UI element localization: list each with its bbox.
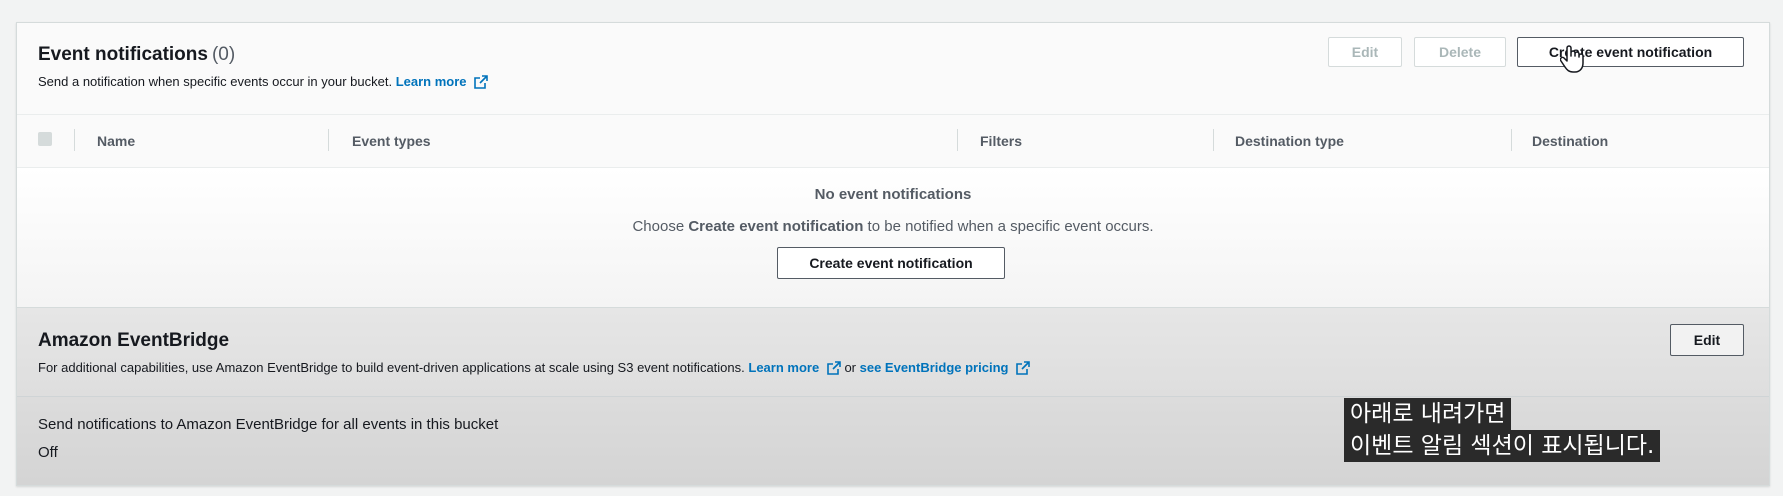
setting-label: Send notifications to Amazon EventBridge… [38,416,499,433]
external-link-icon [474,75,488,89]
edit-button[interactable]: Edit [1328,37,1402,67]
external-link-icon [827,361,841,375]
hand-cursor-icon [1560,45,1584,73]
subtitle-line-2: 이벤트 알림 섹션이 표시됩니다. [1344,430,1661,462]
section-title: Event notifications (0) [38,44,235,66]
column-separator [328,129,329,151]
section-description: Send a notification when specific events… [38,74,488,89]
eventbridge-title: Amazon EventBridge [38,330,230,351]
eventbridge-description: For additional capabilities, use Amazon … [38,360,1030,375]
empty-state-title: No event notifications [814,186,972,203]
eventbridge-description-text: For additional capabilities, use Amazon … [38,360,745,375]
event-notifications-header: Event notifications (0) Send a notificati… [17,23,1769,115]
column-header-event-types[interactable]: Event types [352,133,431,149]
delete-button[interactable]: Delete [1414,37,1506,67]
table-header: Name Event types Filters Destination typ… [17,115,1769,168]
column-separator [1213,129,1214,151]
column-separator [957,129,958,151]
external-link-icon [1016,361,1030,375]
eventbridge-header: Amazon EventBridge For additional capabi… [17,308,1769,397]
empty-state-emphasis: Create event notification [688,218,864,235]
empty-state-message: Choose Create event notification to be n… [17,218,1769,235]
column-header-name[interactable]: Name [97,133,135,149]
select-all-checkbox[interactable] [38,132,52,146]
empty-state-prefix: Choose [632,218,685,235]
empty-state: No event notifications Choose Create eve… [17,168,1769,308]
section-title-text: Event notifications [38,44,208,65]
empty-state-suffix: to be notified when a specific event occ… [867,218,1154,235]
subtitle-line-1: 아래로 내려가면 [1344,398,1512,430]
column-header-destination-type[interactable]: Destination type [1235,133,1344,149]
notification-count: (0) [211,44,236,65]
eventbridge-pricing-link[interactable]: see EventBridge pricing [860,360,1009,375]
eventbridge-edit-button[interactable]: Edit [1670,324,1744,356]
column-header-filters[interactable]: Filters [980,133,1022,149]
description-text: Send a notification when specific events… [38,74,393,89]
learn-more-link[interactable]: Learn more [396,74,467,89]
create-event-notification-button[interactable]: Create event notification [1517,37,1744,67]
or-text: or [844,360,856,375]
setting-value: Off [38,444,58,461]
column-separator [74,129,75,151]
column-separator [1511,129,1512,151]
column-header-destination[interactable]: Destination [1532,133,1608,149]
video-subtitle: 아래로 내려가면 이벤트 알림 섹션이 표시됩니다. [1344,398,1661,462]
empty-state-create-button[interactable]: Create event notification [777,247,1005,279]
eventbridge-learn-more-link[interactable]: Learn more [748,360,819,375]
